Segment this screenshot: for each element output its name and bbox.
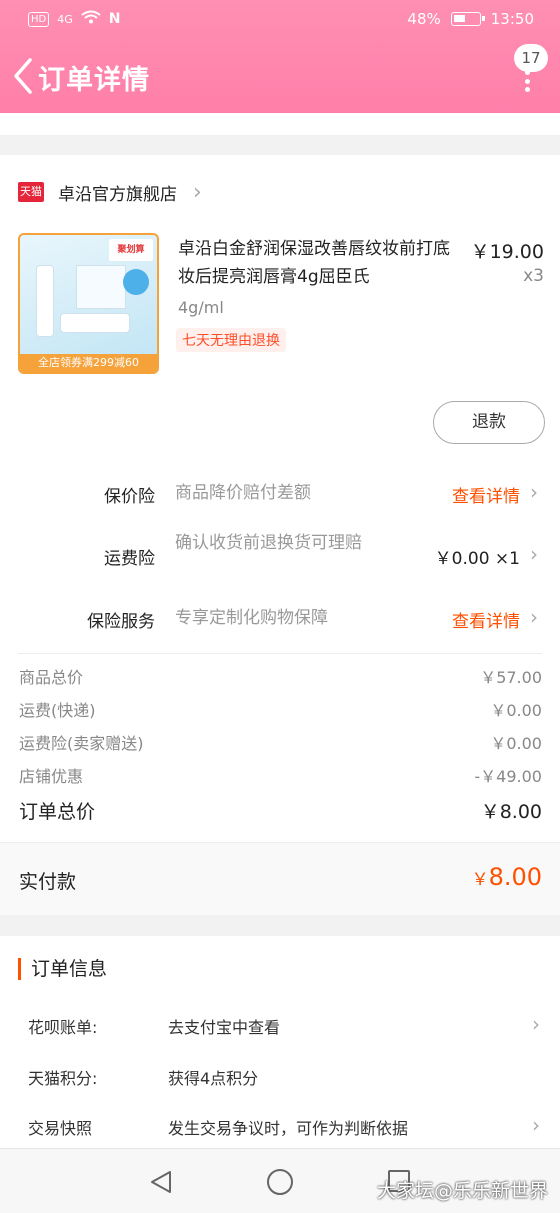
divider <box>18 653 542 654</box>
summary-value: ￥0.00 <box>490 734 542 753</box>
store-link[interactable]: 天猫 卓沿官方旗舰店 › <box>18 179 202 205</box>
info-value: 获得4点积分 <box>168 1069 259 1088</box>
order-info-title: 订单信息 <box>18 958 107 980</box>
ins-label: 运费险 <box>104 549 155 569</box>
product-quantity: x3 <box>523 266 544 286</box>
summary-value: ￥0.00 <box>490 701 542 720</box>
watermark-text: 大家坛@乐乐新世界 <box>376 1180 548 1202</box>
summary-value: ￥57.00 <box>480 668 542 687</box>
refund-button[interactable]: 退款 <box>433 401 545 444</box>
summary-row: 店铺优惠 -￥49.00 <box>19 763 542 787</box>
chevron-right-icon: › <box>193 179 202 205</box>
product-seal-icon <box>123 269 149 295</box>
more-menu-icon[interactable] <box>520 70 534 92</box>
insurance-service-row[interactable]: 保险服务 专享定制化购物保障 查看详情 › <box>0 605 560 645</box>
view-details-link[interactable]: 查看详情 <box>452 482 520 507</box>
ins-label: 保险服务 <box>87 612 155 632</box>
hd-icon: HD <box>28 11 50 27</box>
product-spec: 4g/ml <box>178 298 224 317</box>
chevron-right-icon: › <box>530 480 538 504</box>
chevron-right-icon: › <box>530 542 538 566</box>
amount-paid-number: 8.00 <box>488 863 542 891</box>
summary-row: 商品总价 ￥57.00 <box>19 664 542 688</box>
battery-icon <box>450 12 485 26</box>
ins-desc: 商品降价赔付差额 <box>175 483 311 503</box>
ins-value: ￥0.00 ×1 <box>434 549 520 569</box>
nav-back-icon[interactable] <box>148 1169 174 1195</box>
clock: 13:50 <box>490 10 534 28</box>
summary-label: 运费(快递) <box>19 701 96 720</box>
return-policy-tag: 七天无理由退换 <box>176 328 286 352</box>
signal-icon: 4G <box>57 12 73 26</box>
product-price: ￥19.00 <box>470 241 544 263</box>
product-box-shape <box>76 265 126 309</box>
amount-paid-value: ￥8.00 <box>472 863 542 891</box>
summary-label: 店铺优惠 <box>19 767 84 786</box>
tmall-points-row: 天猫积分: 获得4点积分 <box>28 1065 540 1091</box>
ins-desc: 专享定制化购物保障 <box>175 608 328 628</box>
message-count-badge: 17 <box>514 44 548 72</box>
ins-desc: 确认收货前退换货可理赔 <box>175 533 362 553</box>
info-key: 天猫积分: <box>28 1069 98 1088</box>
battery-percent: 48% <box>407 10 441 28</box>
info-value: 发生交易争议时，可作为判断依据 <box>168 1119 409 1138</box>
product-title[interactable]: 卓沿白金舒润保湿改善唇纹妆前打底妆后提亮润唇膏4g屈臣氏 <box>178 235 463 291</box>
currency-symbol: ￥ <box>471 870 489 890</box>
nav-home-icon[interactable] <box>267 1169 293 1195</box>
transaction-snapshot-row[interactable]: 交易快照 发生交易争议时，可作为判断依据 › <box>28 1113 540 1141</box>
info-key: 交易快照 <box>28 1119 93 1138</box>
nfc-icon: N <box>108 11 121 27</box>
view-details-link[interactable]: 查看详情 <box>452 607 520 632</box>
huabei-bill-row[interactable]: 花呗账单: 去支付宝中查看 › <box>28 1012 540 1040</box>
chevron-right-icon: › <box>532 1113 540 1137</box>
page-title: 订单详情 <box>38 65 150 96</box>
product-image[interactable]: 聚划算 全店领券满299减60 <box>18 233 159 374</box>
summary-label: 运费险(卖家赠送) <box>19 734 144 753</box>
lip-balm-cap-shape <box>60 313 130 333</box>
juhuasuan-badge: 聚划算 <box>109 239 153 261</box>
order-total-value: ￥8.00 <box>480 801 542 823</box>
app-header: HD 4G N 48% 13:50 订单详情 17 <box>0 0 560 113</box>
shipping-insurance-row[interactable]: 运费险 确认收货前退换货可理赔 ￥0.00 ×1 › <box>0 530 560 586</box>
summary-row: 运费(快递) ￥0.00 <box>19 697 542 721</box>
back-arrow-icon[interactable] <box>10 56 38 96</box>
tmall-logo-icon: 天猫 <box>18 182 44 202</box>
amount-paid-label: 实付款 <box>19 871 77 893</box>
order-total-label: 订单总价 <box>19 801 96 823</box>
chevron-right-icon: › <box>530 605 538 629</box>
info-value: 去支付宝中查看 <box>168 1018 281 1037</box>
chevron-right-icon: › <box>532 1012 540 1036</box>
ins-label: 保价险 <box>104 487 155 507</box>
coupon-banner: 全店领券满299减60 <box>20 354 157 372</box>
wifi-icon <box>81 10 101 28</box>
summary-label: 商品总价 <box>19 668 84 687</box>
store-name: 卓沿官方旗舰店 <box>58 184 177 205</box>
summary-row: 运费险(卖家赠送) ￥0.00 <box>19 730 542 754</box>
amount-paid-row: 实付款 ￥8.00 <box>0 842 560 915</box>
order-total-row: 订单总价 ￥8.00 <box>19 797 542 824</box>
top-spacer <box>0 113 560 135</box>
summary-value: -￥49.00 <box>474 767 542 786</box>
lip-balm-tube-shape <box>36 265 54 337</box>
price-protection-row[interactable]: 保价险 商品降价赔付差额 查看详情 › <box>0 480 560 520</box>
status-bar: HD 4G N 48% 13:50 <box>0 0 560 38</box>
info-key: 花呗账单: <box>28 1018 98 1037</box>
